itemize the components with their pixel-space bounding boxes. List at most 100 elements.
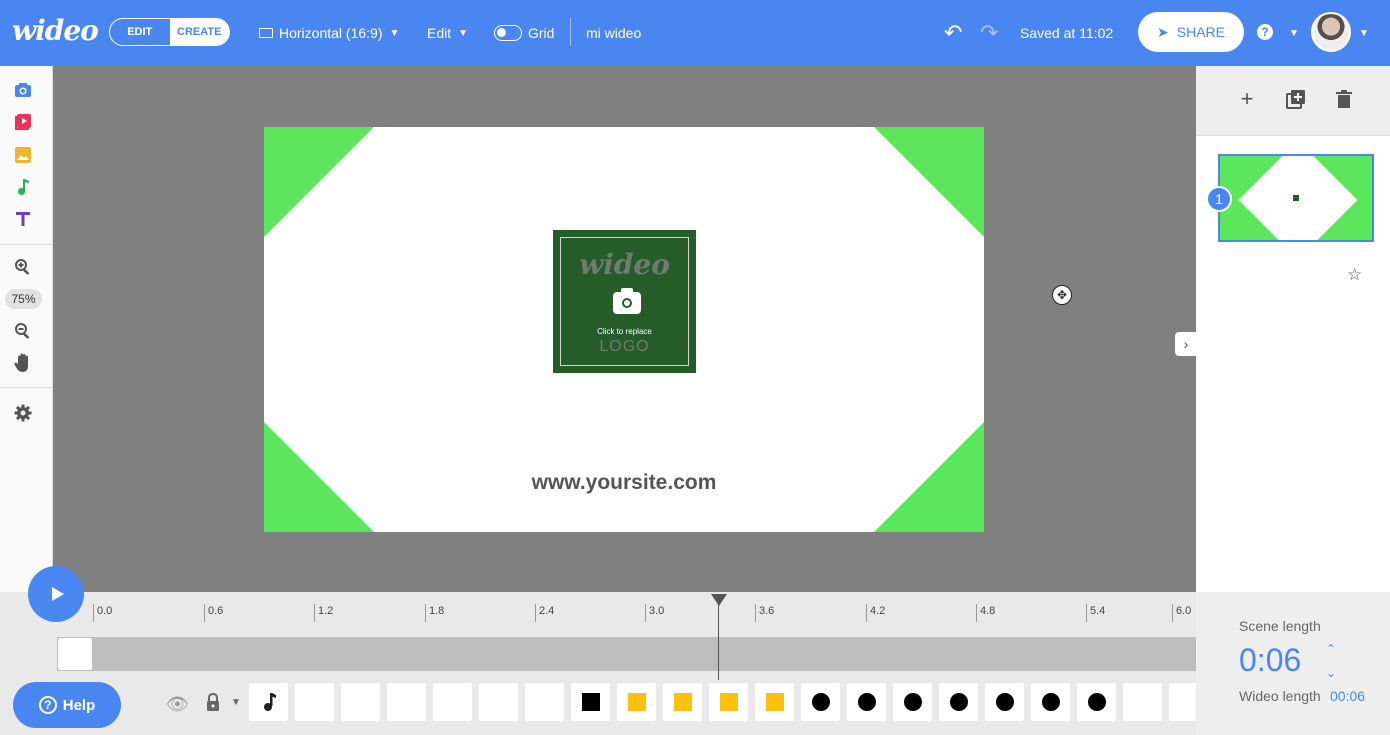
timeline-tick: 0.6 — [204, 604, 223, 622]
screen-ratio-icon — [259, 28, 273, 38]
toggle-switch-icon[interactable] — [494, 25, 522, 41]
grid-toggle[interactable]: Grid — [494, 0, 554, 66]
element-tile[interactable] — [571, 683, 610, 721]
element-tile[interactable] — [709, 683, 748, 721]
gear-icon[interactable] — [13, 403, 33, 423]
element-tile[interactable] — [801, 683, 840, 721]
scene-thumbnail[interactable] — [1218, 154, 1374, 242]
element-tile[interactable] — [755, 683, 794, 721]
scene-length-value[interactable]: 0:06 — [1239, 642, 1301, 679]
track-handle[interactable] — [58, 638, 92, 670]
edit-mode-button[interactable]: EDIT — [110, 19, 170, 45]
website-text[interactable]: www.yoursite.com — [264, 471, 984, 495]
element-tile[interactable] — [295, 683, 334, 721]
video-icon[interactable] — [13, 112, 33, 132]
zoom-level[interactable]: 75% — [5, 289, 42, 309]
share-button[interactable]: ➤ SHARE — [1138, 12, 1244, 52]
circle-shape-icon — [995, 693, 1014, 711]
delete-scene-button[interactable] — [1333, 88, 1355, 110]
account-menu-chevron[interactable]: ▼ — [1352, 0, 1369, 66]
logo-placeholder-frame: wideo Click to replace LOGO — [560, 237, 689, 366]
element-music-icon[interactable] — [249, 683, 288, 721]
playhead[interactable] — [718, 600, 719, 680]
divider — [0, 244, 53, 245]
star-icon[interactable]: ☆ — [1347, 265, 1362, 285]
chevron-down-icon[interactable]: ⌄ — [1326, 666, 1336, 680]
chevron-down-icon[interactable]: ▼ — [231, 697, 241, 708]
duplicate-scene-button[interactable] — [1285, 88, 1307, 110]
timeline-tick: 0.0 — [93, 604, 112, 622]
circle-shape-icon — [811, 693, 830, 711]
mode-toggle[interactable]: EDIT CREATE — [109, 18, 230, 46]
element-tile[interactable] — [985, 683, 1024, 721]
project-name[interactable]: mi wideo — [586, 0, 641, 66]
element-tile[interactable] — [1169, 683, 1196, 721]
chevron-up-icon[interactable]: ⌃ — [1326, 642, 1336, 656]
chevron-down-icon: ▼ — [389, 27, 400, 39]
wideo-logo[interactable]: wideo — [12, 14, 99, 47]
click-to-replace-label: Click to replace — [597, 327, 652, 336]
add-scene-button[interactable]: + — [1236, 86, 1258, 111]
lock-icon[interactable] — [205, 692, 221, 716]
corner-decoration[interactable] — [264, 127, 374, 237]
element-tile[interactable] — [617, 683, 656, 721]
element-tile[interactable] — [387, 683, 426, 721]
element-tile[interactable] — [1031, 683, 1070, 721]
timeline-tick: 5.4 — [1086, 604, 1105, 622]
music-note-icon[interactable] — [13, 177, 33, 197]
divider — [0, 387, 53, 388]
text-icon[interactable] — [13, 209, 33, 229]
format-label: Horizontal (16:9) — [279, 25, 383, 41]
timeline-tick: 4.8 — [976, 604, 995, 622]
save-status: Saved at 11:02 — [1020, 25, 1114, 41]
scenes-toolbar: + — [1196, 66, 1390, 136]
circle-shape-icon — [857, 693, 876, 711]
element-tile[interactable] — [663, 683, 702, 721]
left-toolbar: 75% — [0, 66, 53, 592]
avatar[interactable] — [1311, 12, 1351, 52]
play-button[interactable] — [28, 566, 84, 622]
help-menu-icon[interactable]: ? — [1257, 24, 1273, 40]
collapse-panel-button[interactable]: › — [1175, 332, 1197, 356]
scenes-panel: + — [1196, 66, 1390, 592]
create-mode-button[interactable]: CREATE — [169, 19, 229, 45]
help-menu-chevron[interactable]: ▼ — [1282, 0, 1299, 66]
help-button[interactable]: ? Help — [13, 682, 121, 728]
stage-area[interactable]: wideo Click to replace LOGO www.yoursite… — [53, 66, 1196, 592]
element-tile[interactable] — [1077, 683, 1116, 721]
element-tile[interactable] — [1123, 683, 1162, 721]
element-tile[interactable] — [479, 683, 518, 721]
grid-label: Grid — [528, 25, 555, 41]
playhead-handle[interactable] — [711, 594, 727, 606]
chevron-right-icon: › — [1183, 336, 1189, 352]
redo-icon[interactable]: ↷ — [980, 20, 998, 46]
share-label: SHARE — [1176, 24, 1225, 40]
image-icon[interactable] — [13, 145, 33, 165]
camera-icon[interactable] — [13, 80, 33, 100]
undo-icon[interactable]: ↶ — [944, 20, 962, 46]
eye-icon[interactable]: 👁 — [166, 694, 189, 715]
zoom-out-icon[interactable] — [13, 321, 33, 341]
help-label: Help — [62, 696, 96, 714]
zoom-in-icon[interactable] — [13, 257, 33, 277]
element-tile[interactable] — [433, 683, 472, 721]
corner-decoration[interactable] — [874, 127, 984, 237]
element-tile[interactable] — [341, 683, 380, 721]
scene-track[interactable] — [57, 637, 1196, 671]
format-dropdown[interactable]: Horizontal (16:9) ▼ — [259, 0, 399, 66]
element-tile[interactable] — [893, 683, 932, 721]
placeholder-brand: wideo — [579, 248, 670, 281]
scene-canvas[interactable]: wideo Click to replace LOGO www.yoursite… — [264, 127, 984, 532]
circle-shape-icon — [903, 693, 922, 711]
chevron-down-icon: ▼ — [458, 27, 469, 39]
edit-menu[interactable]: Edit ▼ — [427, 0, 468, 66]
wideo-length-value: 00:06 — [1330, 688, 1366, 704]
logo-placeholder[interactable]: wideo Click to replace LOGO — [553, 230, 696, 373]
chevron-down-icon: ▼ — [1359, 27, 1369, 39]
hand-icon[interactable] — [13, 353, 33, 373]
element-tile[interactable] — [525, 683, 564, 721]
square-shape-icon — [627, 693, 646, 711]
circle-shape-icon — [1087, 693, 1106, 711]
element-tile[interactable] — [847, 683, 886, 721]
element-tile[interactable] — [939, 683, 978, 721]
